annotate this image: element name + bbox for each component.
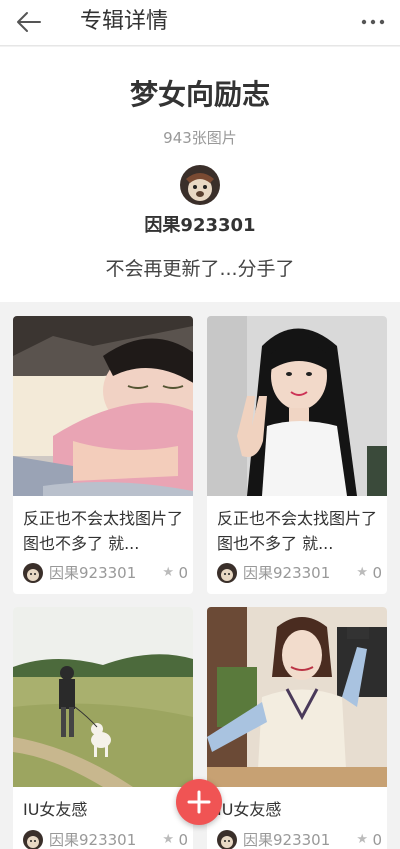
- star-icon[interactable]: ★: [162, 561, 174, 585]
- back-button[interactable]: [14, 8, 46, 36]
- card-meta: 因果923301 ★ 0: [23, 561, 188, 585]
- card-caption: IU女友感: [217, 800, 282, 819]
- card-image-girl-in-sweater-vest[interactable]: [207, 607, 387, 787]
- album-header: 梦女向励志 943张图片 因果923301 不会再更新了...分手了: [0, 47, 400, 302]
- card-author[interactable]: 因果923301: [49, 561, 136, 585]
- author-avatar[interactable]: [180, 165, 220, 205]
- avatar[interactable]: [23, 563, 43, 583]
- star-icon[interactable]: ★: [162, 828, 174, 849]
- avatar[interactable]: [217, 563, 237, 583]
- like-count: 0: [178, 831, 188, 849]
- top-bar: 专辑详情: [0, 0, 400, 46]
- card-image-girl-with-dog[interactable]: [13, 607, 193, 787]
- avatar[interactable]: [217, 830, 237, 849]
- arrow-left-icon: [17, 12, 41, 32]
- card-meta: 因果923301 ★ 0: [217, 561, 382, 585]
- card-meta: 因果923301 ★ 0: [217, 828, 382, 849]
- card-author[interactable]: 因果923301: [243, 828, 330, 849]
- plus-icon: [187, 790, 211, 814]
- image-card[interactable]: IU女友感 因果923301 ★ 0: [207, 607, 387, 849]
- card-caption: 反正也不会太找图片了 图也不多了 就...: [23, 509, 184, 553]
- avatar[interactable]: [23, 830, 43, 849]
- author-name[interactable]: 因果923301: [0, 213, 400, 239]
- like-count: 0: [178, 564, 188, 582]
- more-dots-icon: [361, 19, 385, 25]
- star-icon[interactable]: ★: [356, 828, 368, 849]
- page-title: 专辑详情: [80, 9, 169, 34]
- card-image-peace-sign-girl[interactable]: [207, 316, 387, 496]
- image-card[interactable]: IU女友感 因果923301 ★ 0: [13, 607, 193, 849]
- card-author[interactable]: 因果923301: [49, 828, 136, 849]
- card-author[interactable]: 因果923301: [243, 561, 330, 585]
- card-meta: 因果923301 ★ 0: [23, 828, 188, 849]
- album-image-count: 943张图片: [163, 129, 237, 147]
- image-card[interactable]: 反正也不会太找图片了 图也不多了 就... 因果923301 ★ 0: [207, 316, 387, 594]
- card-caption: 反正也不会太找图片了 图也不多了 就...: [217, 509, 378, 553]
- album-description: 不会再更新了...分手了: [105, 258, 295, 280]
- image-card[interactable]: 反正也不会太找图片了 图也不多了 就... 因果923301 ★ 0: [13, 316, 193, 594]
- like-count: 0: [372, 564, 382, 582]
- add-button[interactable]: [176, 779, 222, 825]
- card-caption: IU女友感: [23, 800, 88, 819]
- card-image-sleeping-girl[interactable]: [13, 316, 193, 496]
- album-title: 梦女向励志: [129, 78, 270, 111]
- star-icon[interactable]: ★: [356, 561, 368, 585]
- like-count: 0: [372, 831, 382, 849]
- more-button[interactable]: [360, 8, 386, 36]
